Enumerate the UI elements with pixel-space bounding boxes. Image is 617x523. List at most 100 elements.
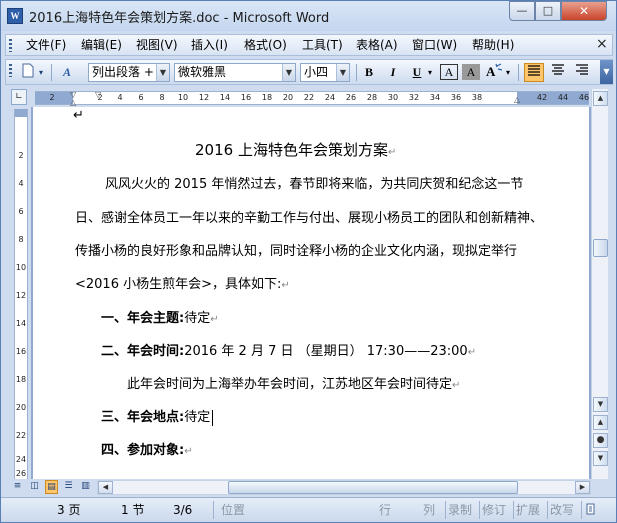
status-revise[interactable]: 修订 <box>482 502 506 518</box>
styles-pane-icon[interactable]: A <box>56 63 78 82</box>
status-section: 1 节 <box>121 503 145 517</box>
underline-button[interactable]: U <box>408 63 426 82</box>
ruler-tick: 30 <box>387 93 399 102</box>
ruler-tick: 28 <box>366 93 378 102</box>
close-document-button[interactable]: × <box>596 36 608 52</box>
status-overwrite[interactable]: 改写 <box>550 502 574 518</box>
menu-tools[interactable]: 工具(T) <box>302 37 343 54</box>
vertical-scrollbar[interactable]: ▲ ▼ ▲ ● ▼ <box>591 89 608 479</box>
font-size-value: 小四 <box>304 65 329 79</box>
status-record[interactable]: 录制 <box>448 502 472 518</box>
paragraph-mark: ↵ <box>73 108 84 123</box>
paragraph-mark: ↵ <box>387 147 397 158</box>
menu-grip[interactable] <box>9 39 12 52</box>
chevron-down-icon[interactable]: ▼ <box>282 64 295 81</box>
web-layout-view-icon[interactable]: ◫ <box>28 480 41 494</box>
align-center-button[interactable] <box>548 63 568 82</box>
bold-button[interactable]: B <box>360 63 378 82</box>
svg-text:A: A <box>486 64 496 79</box>
tab-selector[interactable]: ∟ <box>11 89 27 105</box>
next-page-icon[interactable]: ▼ <box>593 451 608 466</box>
font-size-combo[interactable]: 小四 ▼ <box>300 63 350 82</box>
asian-layout-dropdown-icon[interactable]: ▾ <box>504 63 512 82</box>
paragraph-mark: ↵ <box>467 347 477 358</box>
status-separator <box>547 501 548 519</box>
status-separator <box>479 501 480 519</box>
minimize-button[interactable]: — <box>509 1 535 21</box>
status-extend[interactable]: 扩展 <box>516 502 540 518</box>
body-text-line: 此年会时间为上海举办年会时间，江苏地区年会时间待定↵ <box>127 373 460 392</box>
window-title: 2016上海特色年会策划方案.doc - Microsoft Word <box>29 11 330 26</box>
close-button[interactable]: ✕ <box>561 1 607 21</box>
style-combo-value: 列出段落 + <box>92 65 154 79</box>
menu-table[interactable]: 表格(A) <box>356 37 398 54</box>
reading-layout-view-icon[interactable]: ▥ <box>79 480 92 494</box>
style-combo[interactable]: 列出段落 + ▼ <box>88 63 170 82</box>
ruler-tick: 12 <box>15 291 27 300</box>
menu-format[interactable]: 格式(O) <box>244 37 287 54</box>
ruler-top-margin <box>15 109 27 117</box>
spelling-status-icon[interactable] <box>584 502 598 518</box>
menu-insert[interactable]: 插入(I) <box>191 37 228 54</box>
hanging-indent-marker[interactable]: △ <box>70 98 76 107</box>
document-title-text: 2016 上海特色年会策划方案 <box>195 141 388 159</box>
print-layout-view-icon[interactable]: ▤ <box>45 480 58 494</box>
menu-edit[interactable]: 编辑(E) <box>81 37 122 54</box>
status-separator <box>513 501 514 519</box>
document-page[interactable]: ↵ 2016 上海特色年会策划方案↵ 风风火火的 2015 年悄然过去，春节即将… <box>33 107 589 479</box>
menu-view[interactable]: 视图(V) <box>136 37 178 54</box>
scroll-up-icon[interactable]: ▲ <box>593 91 608 106</box>
chevron-down-icon[interactable]: ▼ <box>336 64 349 81</box>
menu-bar: 文件(F) 编辑(E) 视图(V) 插入(I) 格式(O) 工具(T) 表格(A… <box>5 34 613 56</box>
word-app-icon[interactable]: W <box>7 8 23 24</box>
ruler-tick: 26 <box>345 93 357 102</box>
italic-button[interactable]: I <box>384 63 402 82</box>
previous-page-icon[interactable]: ▲ <box>593 415 608 430</box>
ruler-tick: 18 <box>15 375 27 384</box>
scroll-right-icon[interactable]: ▶ <box>575 481 590 494</box>
align-justify-button[interactable] <box>524 63 544 82</box>
menu-file[interactable]: 文件(F) <box>26 37 66 54</box>
paragraph-mark: ↵ <box>210 314 219 325</box>
chevron-down-icon[interactable]: ▼ <box>156 64 169 81</box>
ruler-tick: 14 <box>219 93 231 102</box>
list-item: 四、参加对象:↵ <box>101 439 193 458</box>
character-shading-button[interactable]: A <box>462 64 480 80</box>
scroll-left-icon[interactable]: ◀ <box>98 481 113 494</box>
left-indent-marker[interactable]: ▽ <box>95 90 101 99</box>
status-bar: 3 页 1 节 3/6 位置 行 列 录制 修订 扩展 改写 <box>1 497 616 522</box>
formatting-toolbar: ▾ A 列出段落 + ▼ 微软雅黑 ▼ 小四 ▼ B I U ▾ A A A ▾ <box>5 59 613 85</box>
maximize-button[interactable]: □ <box>535 1 561 21</box>
new-document-icon[interactable] <box>20 63 36 82</box>
horizontal-scroll-thumb[interactable] <box>228 481 518 494</box>
align-right-button[interactable] <box>572 63 592 82</box>
vertical-scroll-thumb[interactable] <box>593 239 608 257</box>
status-page-of: 3/6 <box>173 503 193 517</box>
horizontal-scrollbar[interactable]: ◀ ▶ <box>97 480 591 495</box>
status-position: 位置 <box>221 503 246 517</box>
outline-view-icon[interactable]: ☰ <box>62 480 75 494</box>
horizontal-ruler[interactable]: 2 ▽ △ 2 ▽ 4 6 8 10 12 14 16 18 20 22 24 … <box>35 90 589 107</box>
ruler-tick: 42 <box>536 93 548 102</box>
paragraph-mark: ↵ <box>452 380 461 391</box>
vertical-ruler[interactable]: 2 4 6 8 10 12 14 16 18 20 22 24 26 <box>14 109 28 479</box>
menu-help[interactable]: 帮助(H) <box>472 37 514 54</box>
select-browse-object-icon[interactable]: ● <box>593 433 608 448</box>
underline-dropdown-icon[interactable]: ▾ <box>426 63 434 82</box>
toolbar-grip[interactable] <box>9 64 12 77</box>
ruler-tick: 24 <box>324 93 336 102</box>
asian-layout-icon[interactable]: A <box>484 63 504 82</box>
list-item-label: 四、参加对象: <box>101 443 185 458</box>
right-indent-marker[interactable]: △ <box>514 95 520 104</box>
menu-window[interactable]: 窗口(W) <box>412 37 457 54</box>
title-bar: W 2016上海特色年会策划方案.doc - Microsoft Word — … <box>1 1 616 31</box>
normal-view-icon[interactable]: ≡ <box>11 480 24 494</box>
list-item: 一、年会主题:待定↵ <box>101 307 219 326</box>
ruler-tick: 6 <box>18 207 24 216</box>
toolbar-options-icon[interactable]: ▼ <box>600 60 613 84</box>
font-combo[interactable]: 微软雅黑 ▼ <box>174 63 296 82</box>
scroll-down-icon[interactable]: ▼ <box>593 397 608 412</box>
new-dropdown-icon[interactable]: ▾ <box>37 63 45 82</box>
ruler-tick: 6 <box>138 93 144 102</box>
character-border-button[interactable]: A <box>440 64 458 80</box>
